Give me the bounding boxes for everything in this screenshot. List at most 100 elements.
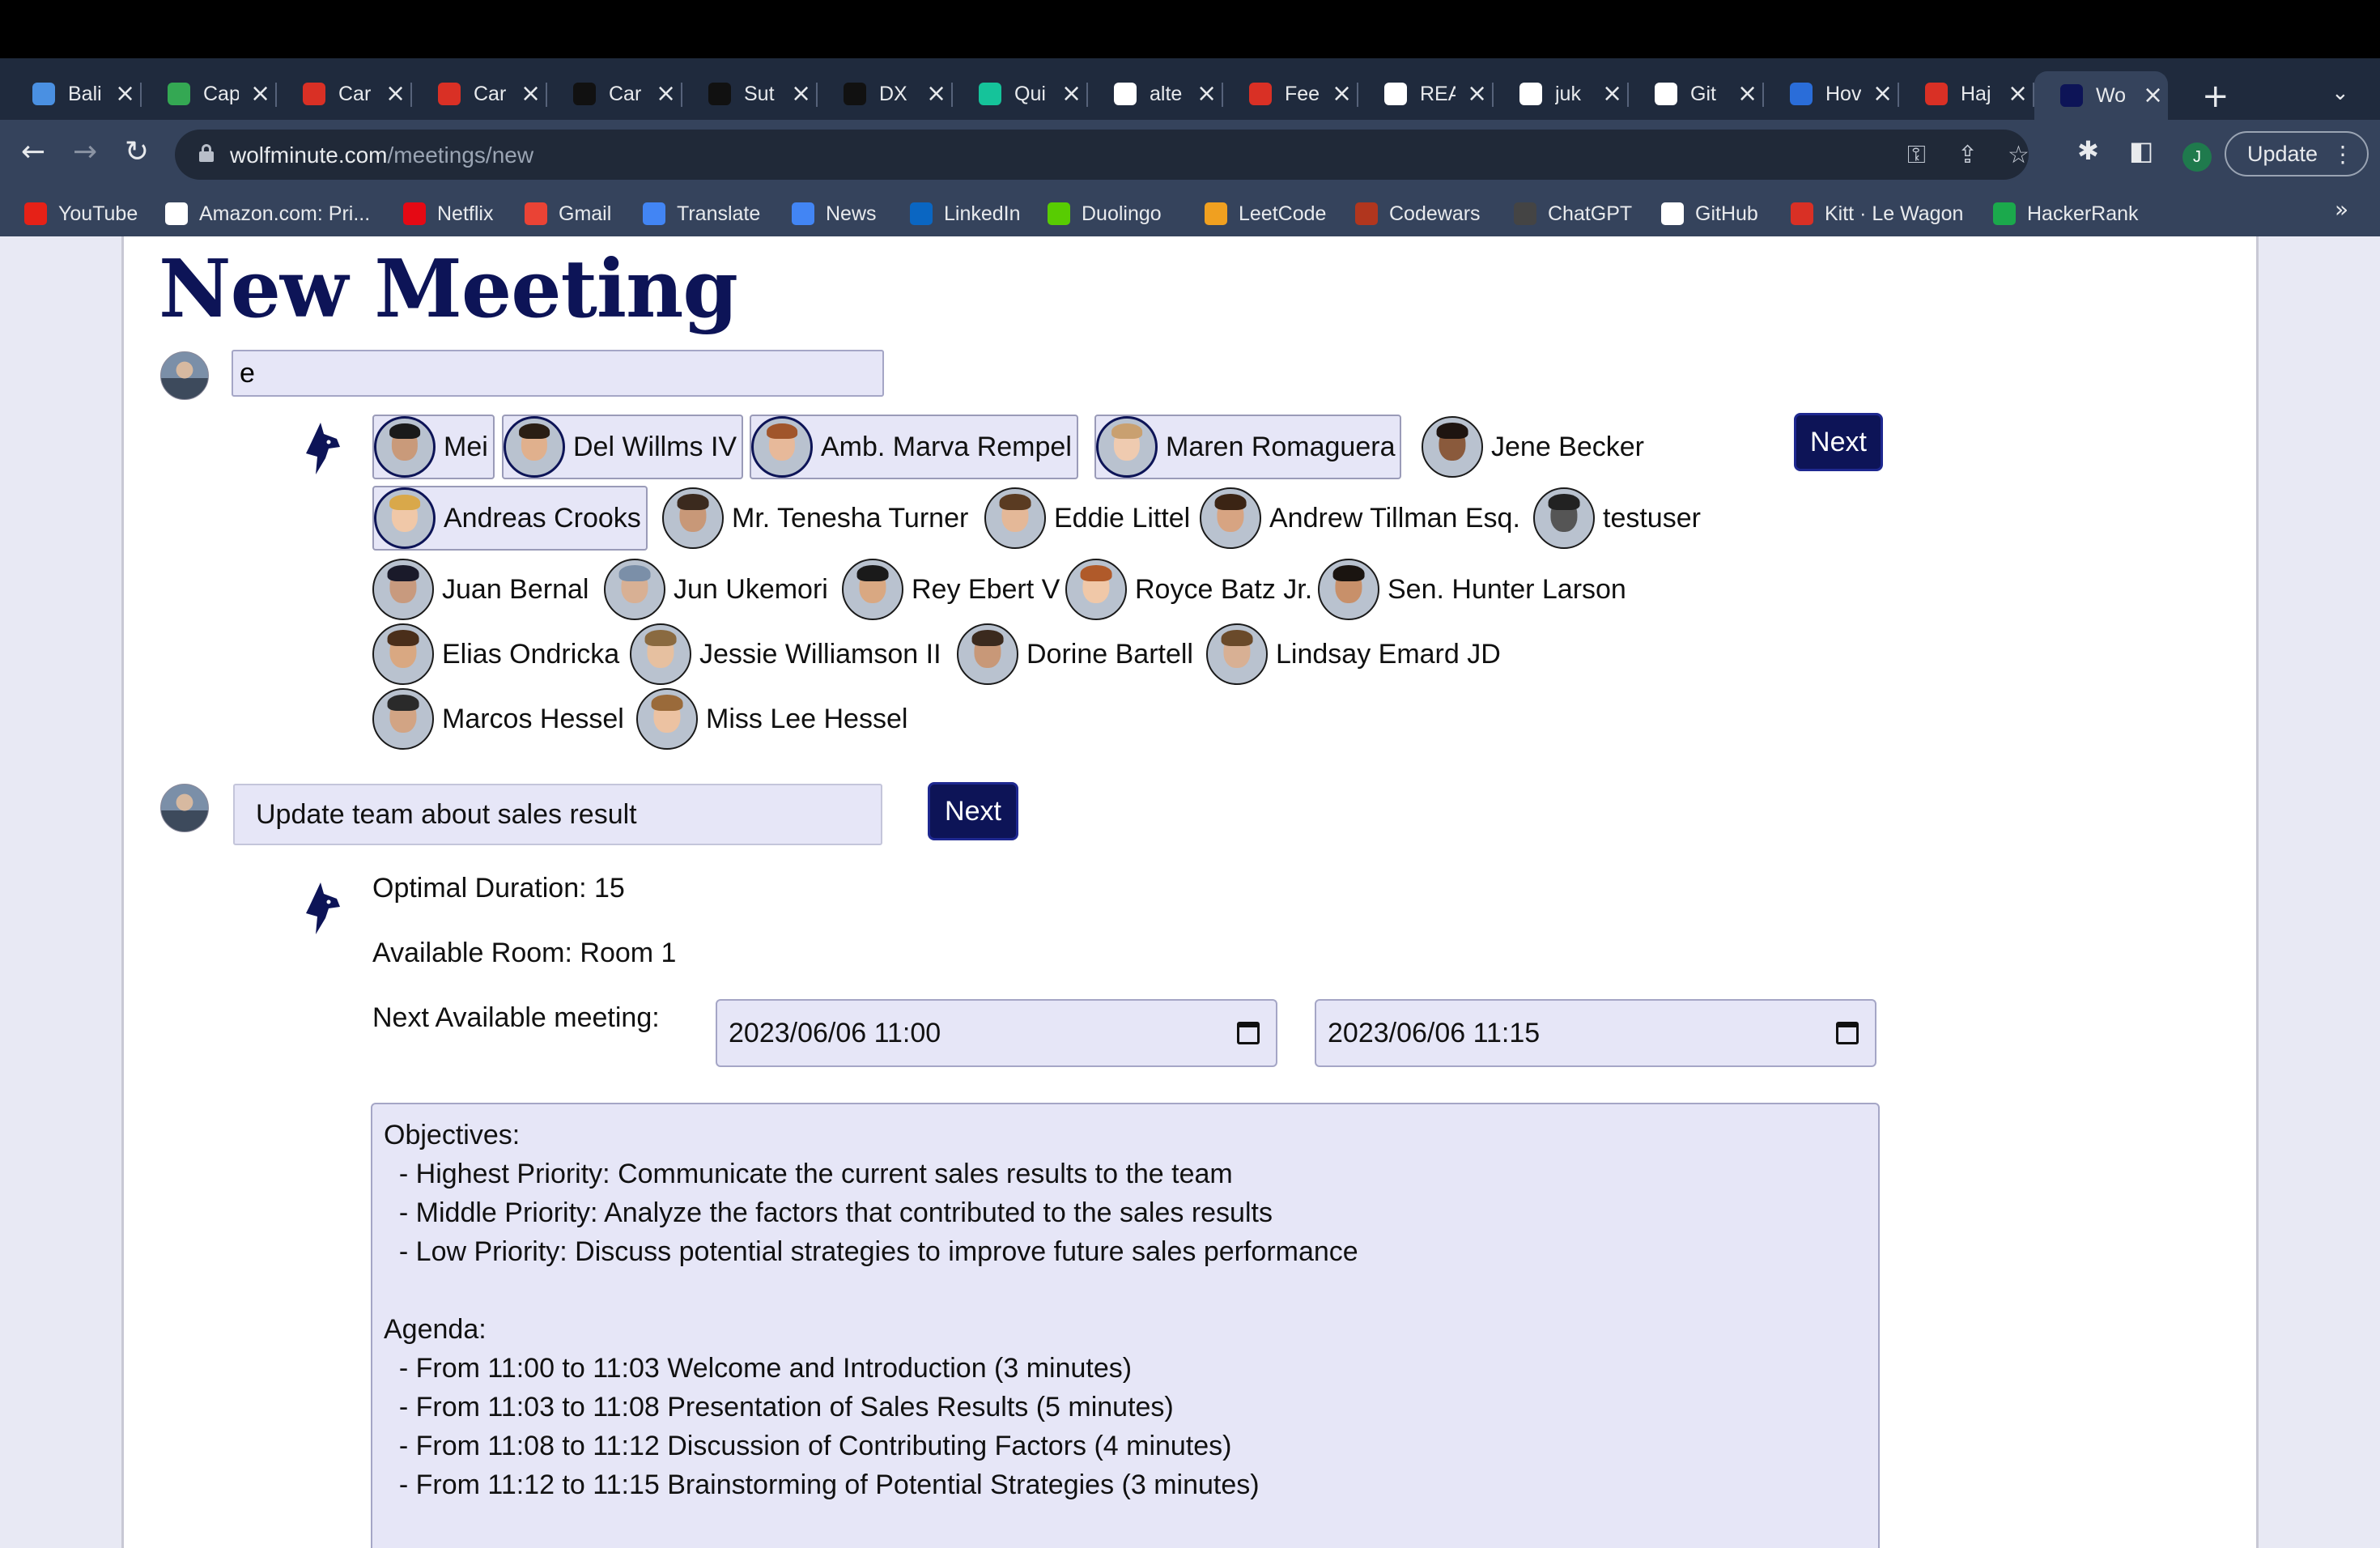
close-tab-icon[interactable]: × — [1332, 82, 1352, 106]
tab-label: Car — [474, 82, 507, 105]
browser-tab[interactable]: juk × — [1494, 71, 1629, 117]
browser-tab[interactable]: Git × — [1629, 71, 1764, 117]
selected-attendee-chip[interactable]: Del Willms IV — [502, 415, 744, 479]
calendar-icon[interactable] — [1836, 1022, 1859, 1044]
browser-tab[interactable]: REA × — [1358, 71, 1494, 117]
topic-next-button[interactable]: Next — [928, 782, 1018, 840]
bookmark-label: News — [826, 202, 877, 225]
attendee-option[interactable]: Marcos Hessel — [372, 687, 624, 751]
close-tab-icon[interactable]: × — [926, 82, 946, 106]
browser-tab[interactable]: DX × — [818, 71, 953, 117]
more-bookmarks-icon[interactable]: » — [2335, 196, 2348, 223]
star-icon[interactable]: ☆ — [2008, 141, 2029, 169]
browser-tab[interactable]: Car × — [547, 71, 682, 117]
selected-attendee-chip[interactable]: Maren Romaguera — [1094, 415, 1402, 479]
key-icon[interactable]: ⚿ — [1907, 141, 1926, 169]
close-tab-icon[interactable]: × — [521, 82, 541, 106]
browser-tab[interactable]: Fee × — [1223, 71, 1358, 117]
close-tab-icon[interactable]: × — [1737, 82, 1757, 106]
hackerrank-icon — [1993, 202, 2016, 225]
attendee-option[interactable]: Elias Ondricka — [372, 622, 619, 687]
browser-tab[interactable]: Qui × — [953, 71, 1088, 117]
bookmark-item[interactable]: GitHub — [1661, 198, 1758, 230]
attendee-option[interactable]: Rey Ebert V — [842, 557, 1060, 622]
attendee-option[interactable]: Jun Ukemori — [604, 557, 828, 622]
close-tab-icon[interactable]: × — [791, 82, 811, 106]
bookmark-item[interactable]: LeetCode — [1205, 198, 1326, 230]
attendee-option[interactable]: Jene Becker — [1422, 415, 1644, 479]
bookmark-item[interactable]: Gmail — [525, 198, 611, 230]
close-tab-icon[interactable]: × — [2143, 83, 2163, 108]
browser-tab[interactable]: Sut × — [682, 71, 818, 117]
bookmark-item[interactable]: Duolingo — [1048, 198, 1162, 230]
start-datetime-input[interactable]: 2023/06/06 11:00 — [716, 999, 1277, 1067]
bookmark-item[interactable]: News — [792, 198, 877, 230]
attendee-search-input[interactable]: e — [232, 350, 884, 397]
bookmark-item[interactable]: YouTube — [24, 198, 138, 230]
meeting-notes-textarea[interactable]: Objectives: - Highest Priority: Communic… — [371, 1103, 1880, 1548]
bookmark-item[interactable]: ChatGPT — [1514, 198, 1632, 230]
close-tab-icon[interactable]: × — [1602, 82, 1622, 106]
browser-tab[interactable]: Haj × — [1899, 71, 2034, 117]
attendee-option[interactable]: Sen. Hunter Larson — [1318, 557, 1626, 622]
meeting-topic-input[interactable]: Update team about sales result — [233, 784, 882, 845]
selected-attendee-chip[interactable]: Amb. Marva Rempel — [750, 415, 1078, 479]
bookmark-item[interactable]: Netflix — [403, 198, 493, 230]
calendar-icon[interactable] — [1237, 1022, 1260, 1044]
browser-tab[interactable]: Bali × — [6, 71, 142, 117]
bookmark-item[interactable]: Kitt · Le Wagon — [1791, 198, 1963, 230]
browser-tab[interactable]: Car × — [412, 71, 547, 117]
reload-icon[interactable]: ↻ — [125, 138, 149, 167]
extensions-puzzle-icon[interactable]: ✱ — [2077, 138, 2099, 164]
close-tab-icon[interactable]: × — [250, 82, 270, 106]
attendee-option[interactable]: Miss Lee Hessel — [636, 687, 907, 751]
bookmark-item[interactable]: HackerRank — [1993, 198, 2139, 230]
bookmark-item[interactable]: Amazon.com: Pri... — [165, 198, 370, 230]
new-tab-icon[interactable]: + — [2202, 78, 2229, 115]
attendee-option[interactable]: testuser — [1533, 486, 1701, 551]
tab-label: Git — [1690, 82, 1716, 105]
close-tab-icon[interactable]: × — [115, 82, 135, 106]
browser-tab[interactable]: Car × — [277, 71, 412, 117]
close-tab-icon[interactable]: × — [656, 82, 676, 106]
attendee-avatar — [1200, 487, 1261, 549]
share-icon[interactable]: ⇪ — [1957, 141, 1978, 169]
tab-search-chevron-icon[interactable]: ⌄ — [2331, 81, 2349, 105]
address-bar[interactable]: wolfminute.com/meetings/new ⚿ ⇪ ☆ — [175, 130, 2029, 180]
selected-attendee-chip[interactable]: Andreas Crooks — [372, 486, 648, 551]
attendee-option[interactable]: Dorine Bartell — [957, 622, 1193, 687]
side-panel-icon[interactable]: ◧ — [2129, 138, 2153, 164]
update-label: Update — [2247, 141, 2318, 166]
bookmark-label: Amazon.com: Pri... — [199, 202, 371, 225]
forward-arrow-icon[interactable]: → — [73, 138, 97, 167]
attendee-option[interactable]: Mr. Tenesha Turner — [662, 486, 968, 551]
attendee-option[interactable]: Lindsay Emard JD — [1206, 622, 1501, 687]
browser-tab[interactable]: Wo × — [2034, 71, 2168, 120]
profile-avatar[interactable]: J — [2182, 142, 2212, 172]
close-tab-icon[interactable]: × — [1872, 82, 1893, 106]
attendee-name: Andreas Crooks — [444, 502, 641, 534]
attendee-option[interactable]: Eddie Littel — [984, 486, 1190, 551]
bookmark-item[interactable]: LinkedIn — [910, 198, 1021, 230]
close-tab-icon[interactable]: × — [1061, 82, 1082, 106]
update-button[interactable]: Update ⋮ — [2225, 131, 2369, 176]
back-arrow-icon[interactable]: ← — [21, 138, 45, 167]
browser-tab[interactable]: Hov × — [1764, 71, 1899, 117]
close-tab-icon[interactable]: × — [2008, 82, 2028, 106]
tab-label: DX — [879, 82, 907, 105]
end-datetime-input[interactable]: 2023/06/06 11:15 — [1315, 999, 1876, 1067]
bookmark-item[interactable]: Translate — [643, 198, 760, 230]
browser-tab[interactable]: Cap × — [142, 71, 277, 117]
attendee-option[interactable]: Jessie Williamson II — [630, 622, 941, 687]
browser-tab[interactable]: alte × — [1088, 71, 1223, 117]
selected-attendee-chip[interactable]: Mei — [372, 415, 495, 479]
attendee-option[interactable]: Andrew Tillman Esq. — [1200, 486, 1520, 551]
attendees-next-button[interactable]: Next — [1794, 413, 1883, 471]
lock-icon[interactable] — [199, 144, 214, 162]
bookmark-item[interactable]: Codewars — [1355, 198, 1481, 230]
close-tab-icon[interactable]: × — [1196, 82, 1217, 106]
attendee-option[interactable]: Juan Bernal — [372, 557, 589, 622]
attendee-option[interactable]: Royce Batz Jr. — [1065, 557, 1312, 622]
close-tab-icon[interactable]: × — [385, 82, 406, 106]
close-tab-icon[interactable]: × — [1467, 82, 1487, 106]
